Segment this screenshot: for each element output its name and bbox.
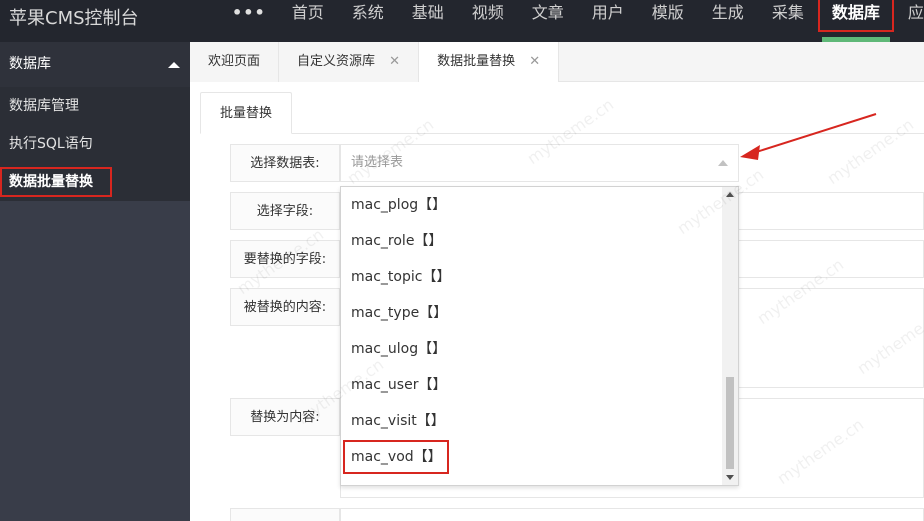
nav-item-article[interactable]: 文章	[518, 0, 578, 42]
top-bar: 苹果CMS控制台 ••• 首页 系统 基础 视频 文章 用户 模版 生成 采集 …	[0, 0, 924, 42]
sidebar-item-db-manage[interactable]: 数据库管理	[0, 87, 190, 125]
nav-item-generate[interactable]: 生成	[698, 0, 758, 42]
scroll-down-arrow-icon[interactable]	[726, 475, 734, 480]
table-select-placeholder: 请选择表	[351, 155, 404, 170]
tab-label: 数据批量替换	[437, 54, 516, 69]
highlight-box	[343, 440, 449, 474]
dropdown-option[interactable]: mac_user【】	[341, 367, 738, 403]
caret-up-icon	[168, 62, 180, 68]
sidebar-item-label: 数据库管理	[9, 98, 79, 114]
dropdown-option[interactable]: mac_topic【】	[341, 259, 738, 295]
table-label: 选择数据表:	[230, 144, 340, 182]
top-nav: ••• 首页 系统 基础 视频 文章 用户 模版 生成 采集 数据库 应	[220, 0, 924, 42]
dropdown-option[interactable]: mac_ulog【】	[341, 331, 738, 367]
nav-item-basic[interactable]: 基础	[398, 0, 458, 42]
nav-item-user[interactable]: 用户	[578, 0, 638, 42]
tab-label: 欢迎页面	[208, 54, 261, 69]
dropdown-option-highlighted[interactable]: mac_vod【】	[341, 439, 738, 475]
nav-more-button[interactable]: •••	[220, 0, 278, 42]
next-row-label	[230, 508, 340, 521]
scroll-up-arrow-icon[interactable]	[726, 192, 734, 197]
sidebar: 数据库 数据库管理 执行SQL语句 数据批量替换	[0, 42, 190, 521]
nav-item-home[interactable]: 首页	[278, 0, 338, 42]
tab-custom-resource[interactable]: 自定义资源库 ✕	[279, 42, 420, 82]
main-content: 批量替换 选择数据表: 请选择表 选择字段: 要替换的字段: 被替换的内容: 替…	[190, 82, 924, 521]
tab-label: 自定义资源库	[297, 54, 376, 69]
sidebar-item-batch-replace[interactable]: 数据批量替换	[0, 163, 190, 201]
dropdown-option[interactable]: mac_role【】	[341, 223, 738, 259]
close-icon[interactable]: ✕	[389, 54, 400, 69]
replace-with-label: 替换为内容:	[230, 398, 340, 436]
sidebar-list: 数据库管理 执行SQL语句 数据批量替换	[0, 87, 190, 201]
dropdown-scrollbar[interactable]	[722, 187, 738, 485]
field-label: 选择字段:	[230, 192, 340, 230]
table-select[interactable]: 请选择表	[340, 144, 739, 182]
nav-item-app[interactable]: 应	[894, 0, 924, 42]
next-row-input[interactable]	[340, 508, 924, 521]
sidebar-group-database[interactable]: 数据库	[0, 42, 190, 87]
nav-item-database[interactable]: 数据库	[817, 0, 894, 42]
highlight-box	[0, 167, 112, 197]
sidebar-item-exec-sql[interactable]: 执行SQL语句	[0, 125, 190, 163]
app-title: 苹果CMS控制台	[9, 8, 139, 29]
tab-batch-replace[interactable]: 数据批量替换 ✕	[419, 42, 560, 82]
replace-field-label: 要替换的字段:	[230, 240, 340, 278]
tab-welcome[interactable]: 欢迎页面	[190, 42, 280, 82]
tab-bar: 欢迎页面 自定义资源库 ✕ 数据批量替换 ✕	[190, 42, 924, 82]
sidebar-item-label: 执行SQL语句	[9, 136, 93, 152]
scrollbar-thumb[interactable]	[726, 377, 734, 469]
dropdown-option[interactable]: mac_plog【】	[341, 187, 738, 223]
caret-up-icon	[718, 160, 728, 166]
nav-item-video[interactable]: 视频	[458, 0, 518, 42]
table-dropdown: mac_plog【】 mac_role【】 mac_topic【】 mac_ty…	[340, 186, 739, 486]
dropdown-option[interactable]: mac_visit【】	[341, 403, 738, 439]
sidebar-group-label: 数据库	[9, 56, 51, 72]
subtab-batch-replace[interactable]: 批量替换	[200, 92, 293, 134]
replaced-content-label: 被替换的内容:	[230, 288, 340, 326]
nav-item-system[interactable]: 系统	[338, 0, 398, 42]
nav-item-template[interactable]: 模版	[638, 0, 698, 42]
close-icon[interactable]: ✕	[529, 54, 540, 69]
dropdown-option[interactable]: mac_type【】	[341, 295, 738, 331]
nav-item-collect[interactable]: 采集	[758, 0, 818, 42]
sub-tab-bar: 批量替换	[200, 92, 924, 134]
tab-bar-spacer	[559, 42, 924, 81]
highlight-box	[817, 0, 894, 32]
